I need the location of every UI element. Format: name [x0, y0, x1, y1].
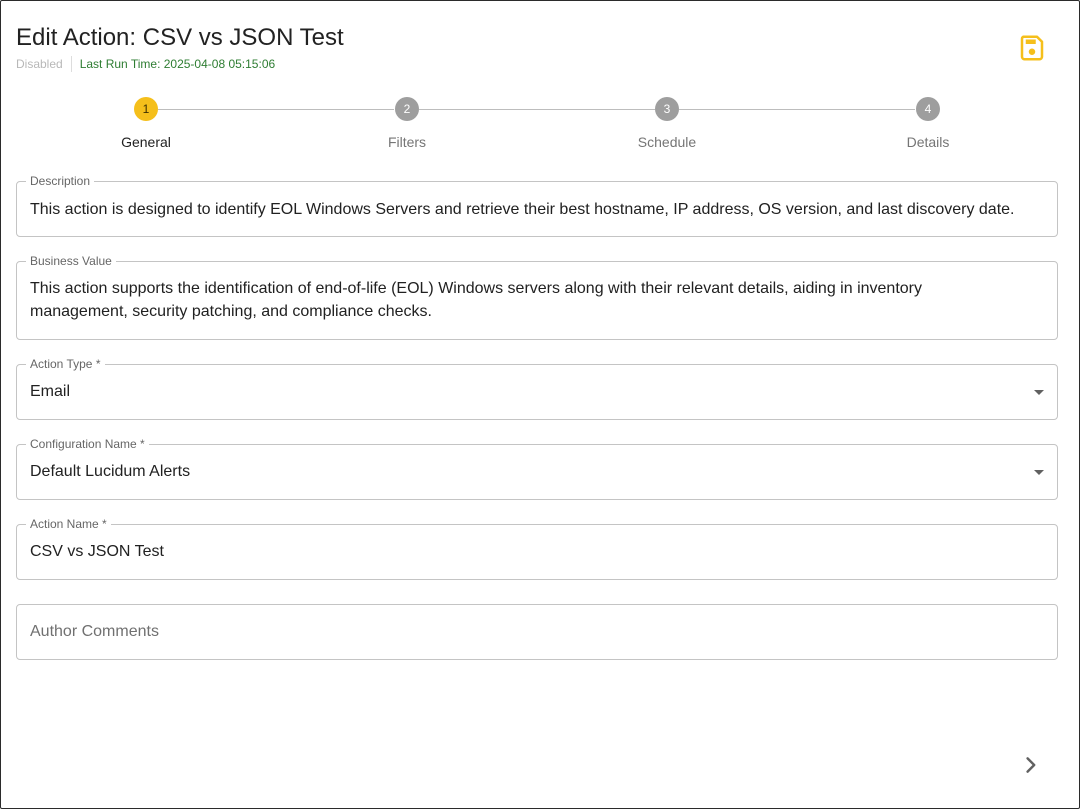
stepper: 1 General 2 Filters 3 Schedule 4 Details — [1, 97, 1080, 167]
step-schedule[interactable]: 3 Schedule — [597, 97, 737, 150]
next-step-button[interactable] — [1019, 753, 1043, 777]
action-name-label: Action Name * — [26, 517, 111, 531]
business-value-field[interactable]: Business Value This action supports the … — [16, 254, 1058, 340]
description-label: Description — [26, 174, 95, 188]
configuration-name-value: Default Lucidum Alerts — [30, 463, 191, 480]
action-type-select[interactable]: Action Type * Email — [16, 357, 1058, 420]
step-filters[interactable]: 2 Filters — [337, 97, 477, 150]
save-button[interactable] — [1017, 33, 1047, 63]
step-label: Details — [906, 134, 950, 150]
last-run-time: Last Run Time: 2025-04-08 05:15:06 — [79, 57, 276, 71]
step-label: Filters — [387, 134, 427, 150]
configuration-name-select[interactable]: Configuration Name * Default Lucidum Ale… — [16, 437, 1058, 500]
edit-action-panel: Edit Action: CSV vs JSON Test Disabled L… — [0, 0, 1080, 809]
dropdown-arrow-icon[interactable] — [1034, 390, 1044, 395]
action-type-value: Email — [30, 383, 71, 400]
step-label: Schedule — [637, 134, 697, 150]
author-comments-placeholder: Author Comments — [30, 623, 159, 640]
business-value-text: This action supports the identification … — [30, 280, 922, 320]
step-general[interactable]: 1 General — [76, 97, 216, 150]
step-label: General — [121, 134, 171, 150]
business-value-label: Business Value — [26, 254, 116, 268]
step-number: 1 — [134, 97, 158, 121]
step-details[interactable]: 4 Details — [858, 97, 998, 150]
step-number: 4 — [916, 97, 940, 121]
status-badge: Disabled — [16, 56, 72, 72]
page-header: Edit Action: CSV vs JSON Test Disabled L… — [16, 23, 344, 72]
author-comments-input[interactable]: Author Comments — [16, 604, 1058, 660]
description-value: This action is designed to identify EOL … — [30, 201, 1015, 218]
page-title: Edit Action: CSV vs JSON Test — [16, 24, 344, 51]
action-name-input[interactable]: Action Name * CSV vs JSON Test — [16, 517, 1058, 580]
description-field[interactable]: Description This action is designed to i… — [16, 174, 1058, 237]
status-line: Disabled Last Run Time: 2025-04-08 05:15… — [16, 56, 344, 72]
step-number: 2 — [395, 97, 419, 121]
action-type-label: Action Type * — [26, 357, 105, 371]
configuration-name-label: Configuration Name * — [26, 437, 149, 451]
dropdown-arrow-icon[interactable] — [1034, 470, 1044, 475]
step-number: 3 — [655, 97, 679, 121]
action-name-value: CSV vs JSON Test — [30, 543, 164, 560]
chevron-right-icon — [1026, 757, 1036, 773]
save-icon — [1020, 35, 1044, 61]
